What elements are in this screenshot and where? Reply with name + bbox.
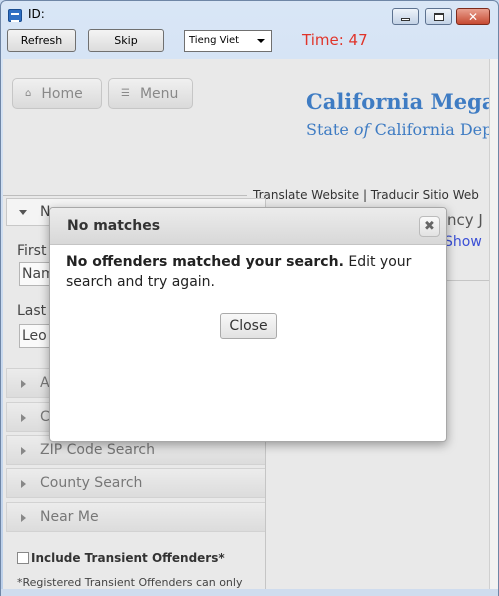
maximize-button[interactable] [425, 8, 452, 25]
timer-text: Time: 47 [302, 31, 368, 49]
web-content: ⌂ Home ☰ Menu California Megan State of … [3, 59, 489, 589]
minimize-button[interactable] [392, 8, 419, 25]
language-select[interactable]: Tieng Viet [184, 30, 272, 52]
dialog-header: No matches ✖ [50, 208, 446, 245]
window-title: ID: [28, 7, 45, 21]
toolbar: Refresh Skip Tieng Viet Time: 47 [1, 29, 498, 59]
vertical-scrollbar[interactable] [489, 59, 498, 589]
dialog-message: No offenders matched your search. Edit y… [66, 252, 436, 292]
close-icon: ✕ [467, 9, 479, 24]
language-select-value: Tieng Viet [189, 35, 240, 46]
app-icon [8, 9, 22, 22]
minimize-icon [401, 18, 410, 21]
modal-overlay: No matches ✖ No offenders matched your s… [3, 59, 489, 589]
dropdown-arrow-icon [257, 39, 265, 43]
skip-button[interactable]: Skip [88, 29, 164, 52]
dialog-message-bold: No offenders matched your search. [66, 254, 344, 270]
dialog-title: No matches [67, 218, 161, 234]
dialog-close-button[interactable]: ✖ [419, 216, 440, 237]
refresh-button[interactable]: Refresh [7, 29, 76, 52]
close-icon: ✖ [424, 219, 435, 234]
window-bottom-frame [1, 589, 498, 596]
close-button[interactable]: Close [220, 313, 277, 339]
maximize-icon [433, 12, 444, 21]
no-matches-dialog: No matches ✖ No offenders matched your s… [49, 207, 447, 442]
title-bar: ID: ✕ [1, 1, 498, 29]
app-window: ID: ✕ Refresh Skip Tieng Viet Time: 47 ⌂… [0, 0, 499, 596]
window-close-button[interactable]: ✕ [456, 8, 490, 25]
